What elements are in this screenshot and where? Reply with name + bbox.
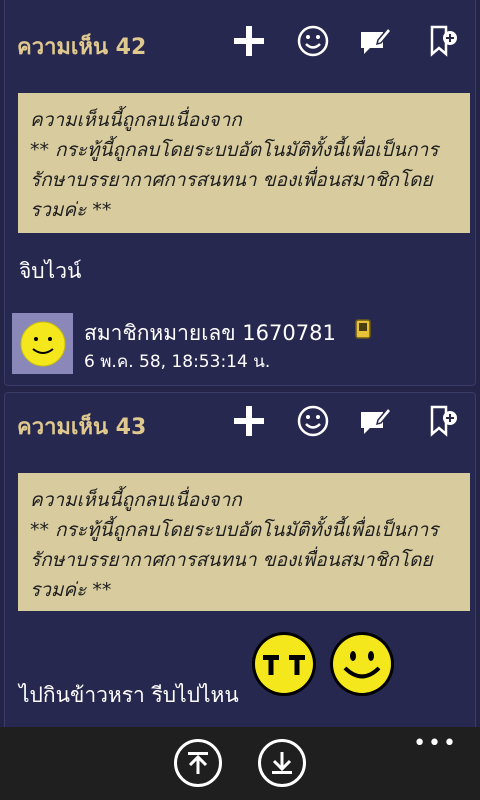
deleted-notice-line: รวมค่ะ ** xyxy=(30,199,112,221)
comment-header: ความเห็น 42 xyxy=(5,15,475,75)
bookmark-add-icon xyxy=(430,405,457,437)
add-button[interactable] xyxy=(229,401,269,441)
deleted-notice-line: ความเห็นนี้ถูกลบเนื่องจาก xyxy=(30,109,242,131)
plus-icon xyxy=(234,26,264,56)
emoticon-icon xyxy=(297,25,329,57)
comment-title: ความเห็น 43 xyxy=(17,415,147,440)
comment-card-42: ความเห็น 42 ความเห็นนี้ถูกลบเนื่องจาก **… xyxy=(4,0,476,386)
smiley-avatar-icon xyxy=(20,321,65,366)
crying-emoticon-icon xyxy=(249,629,319,703)
bookmark-add-button[interactable] xyxy=(423,401,463,441)
emoticon-button[interactable] xyxy=(293,21,333,61)
reply-icon xyxy=(361,406,392,434)
reply-button[interactable] xyxy=(355,21,395,61)
reply-button[interactable] xyxy=(355,401,395,441)
avatar[interactable] xyxy=(12,313,73,374)
more-options-button[interactable]: ••• xyxy=(413,731,458,756)
deleted-notice: ความเห็นนี้ถูกลบเนื่องจาก ** กระทู้นี้ถู… xyxy=(18,93,470,233)
comment-card-43: ความเห็น 43 ความเห็นนี้ถูกลบเนื่องจาก **… xyxy=(4,392,476,752)
deleted-notice-line: ความเห็นนี้ถูกลบเนื่องจาก xyxy=(30,489,242,511)
scroll-down-button[interactable] xyxy=(258,739,306,787)
smile-emoticon-icon xyxy=(327,629,397,703)
comment-body: จิบไวน์ xyxy=(19,259,82,283)
comment-body: ไปกินข้าวหรา รีบไปไหน xyxy=(19,683,239,707)
deleted-notice-line: รวมค่ะ ** xyxy=(30,579,112,601)
bookmark-add-icon xyxy=(430,25,457,57)
reply-icon xyxy=(361,26,392,54)
deleted-notice-line: ** กระทู้นี้ถูกลบโดยระบบอัตโนมัติทั้งนี้… xyxy=(30,139,439,161)
bookmark-add-button[interactable] xyxy=(423,21,463,61)
deleted-notice: ความเห็นนี้ถูกลบเนื่องจาก ** กระทู้นี้ถู… xyxy=(18,473,470,611)
add-button[interactable] xyxy=(229,21,269,61)
author-row[interactable]: สมาชิกหมายเลข 1670781 6 พ.ค. 58, 18:53:1… xyxy=(12,313,467,375)
scroll-top-button[interactable] xyxy=(174,739,222,787)
emoticon-button[interactable] xyxy=(293,401,333,441)
scroll-down-icon xyxy=(272,752,292,774)
emoticon-icon xyxy=(297,405,329,437)
comment-title: ความเห็น 42 xyxy=(17,35,147,60)
post-date: 6 พ.ค. 58, 18:53:14 น. xyxy=(84,352,271,372)
comment-header: ความเห็น 43 xyxy=(5,395,475,455)
deleted-notice-line: รักษาบรรยากาศการสนทนา ของเพื่อนสมาชิกโดย xyxy=(30,169,433,191)
deleted-notice-line: รักษาบรรยากาศการสนทนา ของเพื่อนสมาชิกโดย xyxy=(30,549,433,571)
app-bar: ••• xyxy=(0,727,480,800)
scroll-top-icon xyxy=(188,752,208,774)
deleted-notice-line: ** กระทู้นี้ถูกลบโดยระบบอัตโนมัติทั้งนี้… xyxy=(30,519,439,541)
mobile-device-icon xyxy=(355,319,371,343)
author-name[interactable]: สมาชิกหมายเลข 1670781 xyxy=(84,317,336,350)
plus-icon xyxy=(234,406,264,436)
